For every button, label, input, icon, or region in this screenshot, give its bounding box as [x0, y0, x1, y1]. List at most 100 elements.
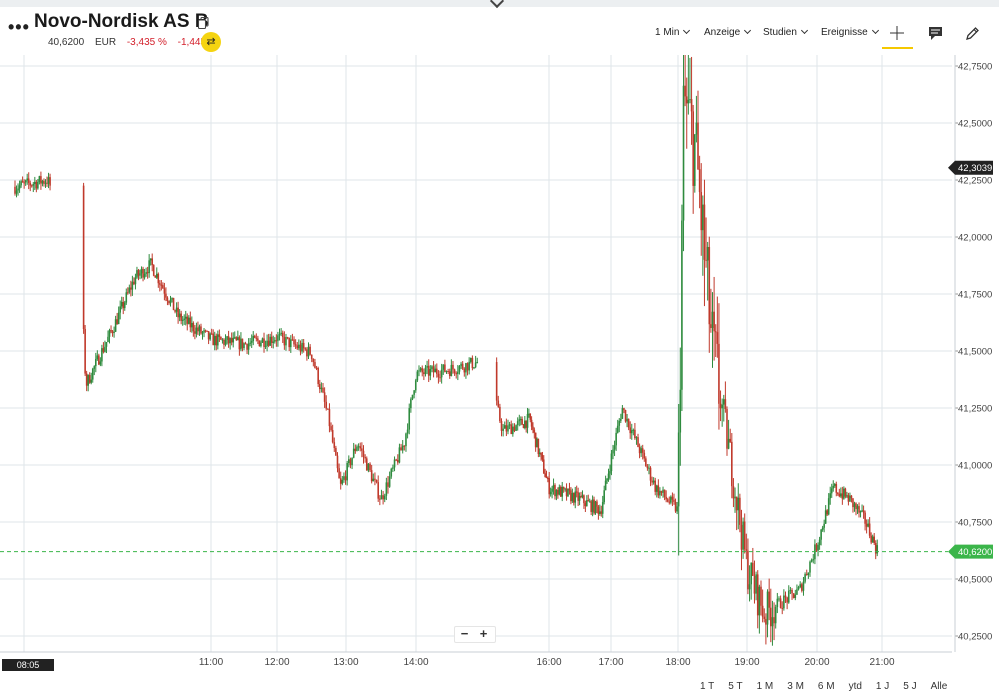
candle-body	[98, 355, 100, 365]
range-button[interactable]: 1 J	[876, 681, 889, 692]
candle-body	[29, 182, 32, 186]
x-tick-label: 17:00	[598, 657, 623, 668]
x-tick-label: 18:00	[665, 657, 690, 668]
candle-body	[37, 181, 39, 189]
y-tick-label: 40,2500	[958, 632, 992, 643]
candle-body	[847, 495, 850, 502]
chevron-down-icon	[800, 26, 808, 35]
x-tick-label: 12:00	[264, 657, 289, 668]
candle-body	[618, 420, 621, 426]
candle-body	[781, 607, 784, 609]
candle-body	[660, 490, 663, 493]
range-button[interactable]: 1 M	[757, 681, 774, 692]
candle-body	[408, 408, 411, 430]
range-button[interactable]: 3 M	[787, 681, 804, 692]
candle-body	[44, 182, 47, 184]
candle-body	[779, 598, 782, 608]
events-dropdown[interactable]: Ereignisse	[821, 26, 879, 38]
candle-body	[154, 275, 157, 278]
candle-body	[252, 335, 255, 342]
top-strip[interactable]	[0, 0, 999, 9]
candle-body	[750, 562, 752, 585]
candle-body	[612, 449, 614, 454]
candle-body	[547, 478, 549, 480]
candle-body	[223, 339, 225, 345]
candle-body	[267, 340, 270, 346]
candle-body	[215, 335, 218, 346]
candle-body	[638, 446, 641, 454]
candle-body	[805, 574, 808, 576]
annotation-icon[interactable]	[928, 26, 943, 40]
zoom-in-button[interactable]: +	[474, 627, 493, 641]
candle-body	[708, 246, 711, 325]
candle-body	[85, 373, 88, 386]
view-dropdown[interactable]: Anzeige	[704, 26, 752, 38]
candle-body	[727, 438, 730, 449]
candle-body	[510, 424, 513, 435]
x-tick-label: 14:00	[403, 657, 428, 668]
candle-body	[837, 492, 839, 494]
candle-body	[593, 499, 595, 514]
candle-body	[747, 550, 749, 590]
candle-body	[763, 616, 766, 619]
candle-body	[257, 338, 259, 341]
candle-body	[151, 258, 153, 266]
candle-body	[421, 368, 424, 373]
candle-body	[403, 445, 406, 447]
zoom-out-button[interactable]: −	[455, 627, 474, 641]
chart-area[interactable]: 11:00 12:00 13:00 14:00 16:00 17:00 18:00 19:00…	[0, 36, 999, 685]
x-axis: 11:00 12:00 13:00 14:00 16:00 17:00 18:00 19:00…	[0, 651, 952, 668]
candle-body	[542, 459, 545, 474]
candle-body	[637, 437, 639, 447]
candle-body	[561, 486, 564, 497]
candle-body	[469, 357, 472, 362]
candle-body	[513, 426, 516, 431]
x-tick-label: 11:00	[199, 657, 224, 668]
range-button[interactable]: ytd	[849, 681, 862, 692]
candle-body	[424, 367, 427, 375]
candle-body	[114, 319, 117, 332]
candle-body	[437, 373, 440, 378]
range-button[interactable]: 6 M	[818, 681, 835, 692]
candle-body	[315, 367, 318, 369]
range-button[interactable]: Alle	[931, 681, 948, 692]
swap-icon[interactable]: ⇄	[201, 32, 221, 52]
price-chart[interactable]: 11:00 12:00 13:00 14:00 16:00 17:00 18:00 19:00…	[0, 36, 999, 680]
crosshair-icon[interactable]	[890, 26, 904, 40]
candle-body	[804, 574, 806, 582]
candle-body	[184, 316, 187, 319]
candle-body	[312, 358, 315, 363]
candle-body	[626, 418, 628, 422]
candle-body	[447, 370, 449, 372]
candle-body	[140, 268, 143, 274]
candle-body	[794, 594, 797, 599]
candle-body	[149, 258, 152, 261]
candle-body	[162, 285, 164, 289]
studies-label: Studien	[763, 27, 797, 38]
active-tool-indicator	[882, 47, 913, 49]
candle-body	[468, 361, 470, 371]
copy-icon[interactable]	[198, 17, 209, 29]
candle-body	[610, 453, 613, 472]
candle-body	[444, 364, 446, 372]
candle-body	[357, 446, 360, 448]
range-button[interactable]: 5 T	[728, 681, 742, 692]
candle-body	[722, 399, 725, 405]
candle-body	[551, 488, 553, 492]
candle-body	[382, 495, 384, 500]
zoom-controls: − +	[454, 626, 496, 643]
more-menu-icon[interactable]: •••	[8, 18, 30, 36]
interval-dropdown[interactable]: 1 Min	[655, 26, 691, 38]
candle-body	[573, 493, 575, 503]
candle-body	[502, 428, 504, 431]
range-button[interactable]: 5 J	[903, 681, 916, 692]
pencil-icon[interactable]	[965, 26, 980, 41]
candle-body	[575, 491, 578, 493]
candle-body	[237, 337, 239, 341]
candle-body	[552, 485, 555, 489]
candle-body	[120, 301, 123, 307]
studies-dropdown[interactable]: Studien	[763, 26, 808, 38]
candle-body	[206, 330, 208, 332]
range-button[interactable]: 1 T	[700, 681, 714, 692]
chevron-down-icon[interactable]	[489, 0, 505, 9]
